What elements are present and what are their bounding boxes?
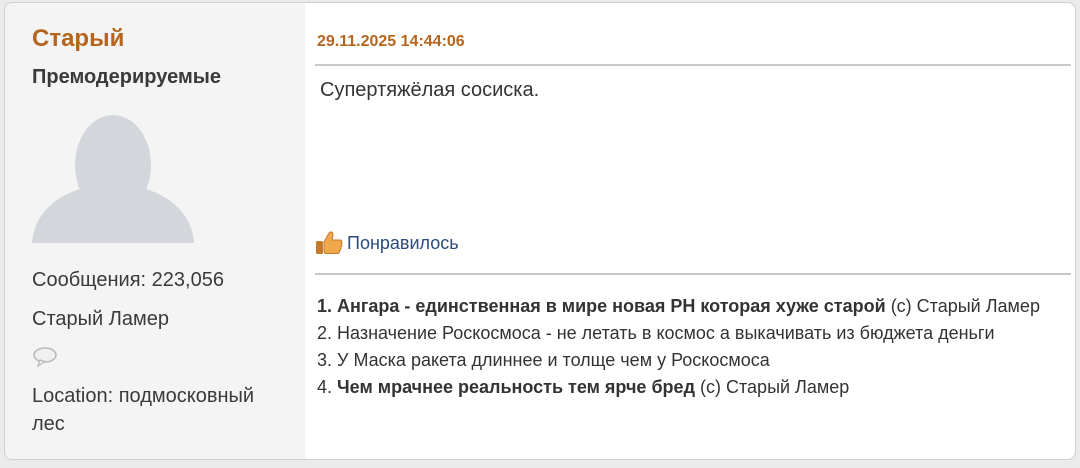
user-panel: Старый Премодерируемые Сообщения: 223,05… [5,3,305,459]
post-text: Супертяжёлая сосиска. [320,79,540,101]
likes-row[interactable]: Понравилось [315,230,459,256]
signature-line: 2. Назначение Роскосмоса - не летать в к… [317,323,995,343]
post-date[interactable]: 29.11.2025 14:44:06 [317,33,465,51]
signature-line: 4. Чем мрачнее реальность тем ярче бред … [317,374,1067,401]
speech-bubble-icon[interactable] [32,346,58,368]
signature-text: (с) Старый Ламер [890,296,1040,316]
message-count: Сообщения: 223,056 [32,269,224,291]
likes-label[interactable]: Понравилось [347,233,459,254]
signature-number: 1. [317,296,333,316]
signature-divider [315,273,1071,275]
divider [315,64,1071,66]
user-location: Location: подмосковный лес [32,385,255,435]
user-group: Премодерируемые [32,66,221,88]
username-link[interactable]: Старый [32,25,124,53]
signature-line: 1. Ангара - единственная в мире новая РН… [317,293,1067,320]
signature-bold-text: Чем мрачнее реальность тем ярче бред [337,377,695,397]
thumbs-up-icon [316,231,343,254]
signature-number: 4. [317,377,333,397]
signature: 1. Ангара - единственная в мире новая РН… [317,293,1067,401]
post-body: 29.11.2025 14:44:06 Супертяжёлая сосиска… [305,3,1075,459]
signature-line: 3. У Маска ракета длиннее и толще чем у … [317,350,770,370]
signature-bold-text: Ангара - единственная в мире новая РН ко… [337,296,886,316]
signature-text: (с) Старый Ламер [700,377,850,397]
user-title: Старый Ламер [32,308,169,330]
forum-post: Старый Премодерируемые Сообщения: 223,05… [4,2,1076,460]
default-avatar-icon[interactable] [32,111,194,243]
